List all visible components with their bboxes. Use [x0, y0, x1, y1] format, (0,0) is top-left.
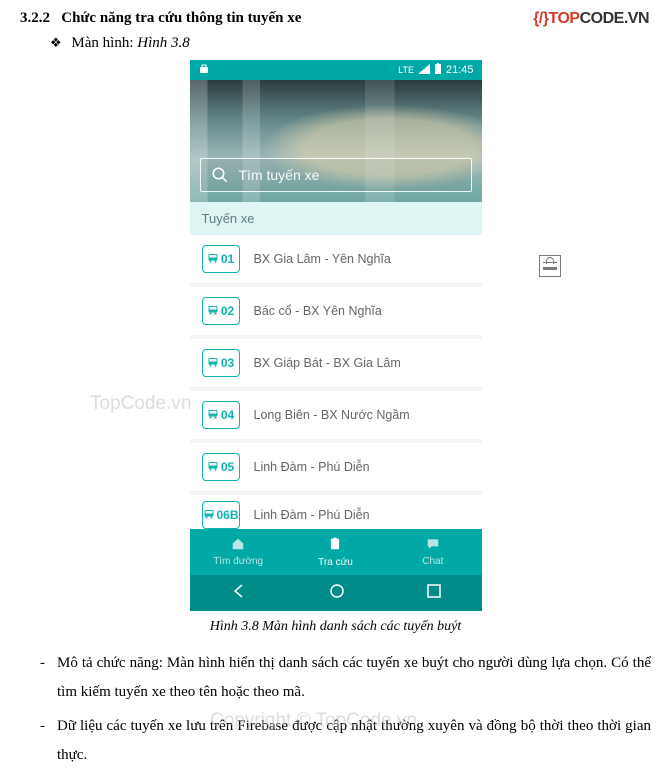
route-row[interactable]: 06B Linh Đàm - Phú Diễn: [190, 495, 482, 529]
signal-icon: [418, 64, 430, 77]
bus-icon: [207, 459, 219, 476]
bus-icon: [207, 355, 219, 372]
route-number: 05: [221, 460, 234, 474]
bus-icon: [207, 303, 219, 320]
tab-clipboard[interactable]: Tra cứu: [287, 529, 384, 575]
android-navbar: [190, 575, 482, 611]
search-placeholder: Tìm tuyến xe: [239, 167, 320, 183]
search-icon: [211, 166, 229, 184]
route-row[interactable]: 03 BX Giáp Bát - BX Gia Lâm: [190, 339, 482, 391]
route-row[interactable]: 04 Long Biên - BX Nước Ngầm: [190, 391, 482, 443]
status-lte: LTE: [398, 65, 414, 75]
app-screenshot: LTE 21:45 Tìm tuyến xe Tuyến xe 01 BX Gia…: [190, 60, 482, 611]
chat-icon: [425, 537, 441, 555]
image-placeholder-icon: [539, 255, 561, 277]
dash-bullet: -: [40, 712, 45, 769]
hero-image: Tìm tuyến xe: [190, 80, 482, 202]
route-number: 04: [221, 408, 234, 422]
status-time: 21:45: [446, 64, 474, 76]
section-title: Chức năng tra cứu thông tin tuyến xe: [61, 10, 301, 26]
status-app-icon: [198, 63, 210, 78]
route-badge: 06B: [202, 501, 240, 529]
clipboard-icon: [328, 536, 342, 556]
subline-figure: Hình 3.8: [137, 35, 190, 51]
route-number: 06B: [217, 508, 239, 522]
description-text: Dữ liệu các tuyến xe lưu trên Firebase đ…: [57, 712, 651, 769]
section-number: 3.2.2: [20, 10, 50, 26]
description-item: -Dữ liệu các tuyến xe lưu trên Firebase …: [60, 712, 651, 769]
nav-back-icon[interactable]: [231, 583, 247, 603]
home-icon: [230, 537, 246, 555]
route-number: 03: [221, 356, 234, 370]
route-row[interactable]: 02 Bác cổ - BX Yên Nghĩa: [190, 287, 482, 339]
tab-home[interactable]: Tìm đường: [190, 529, 287, 575]
dash-bullet: -: [40, 649, 45, 706]
route-name: Linh Đàm - Phú Diễn: [254, 460, 370, 474]
route-list: 01 BX Gia Lâm - Yên Nghĩa 02 Bác cổ - BX Yê…: [190, 235, 482, 529]
description-text: Mô tả chức năng: Màn hình hiển thị danh …: [57, 649, 651, 706]
description-list: -Mô tả chức năng: Màn hình hiển thị danh…: [60, 649, 651, 769]
tab-chat[interactable]: Chat: [384, 529, 481, 575]
route-number: 01: [221, 252, 234, 266]
figure-caption: Hình 3.8 Màn hình danh sách các tuyến bu…: [20, 619, 651, 635]
route-name: BX Giáp Bát - BX Gia Lâm: [254, 356, 401, 370]
bus-icon: [207, 251, 219, 268]
bottom-tabbar: Tìm đường Tra cứu Chat: [190, 529, 482, 575]
route-name: Linh Đàm - Phú Diễn: [254, 508, 370, 522]
subline: ❖ Màn hình: Hình 3.8: [50, 35, 651, 52]
tab-label: Tìm đường: [213, 556, 263, 567]
route-row[interactable]: 01 BX Gia Lâm - Yên Nghĩa: [190, 235, 482, 287]
bus-icon: [207, 407, 219, 424]
route-badge: 02: [202, 297, 240, 325]
list-section-title: Tuyến xe: [190, 202, 482, 235]
tab-label: Chat: [422, 556, 443, 567]
diamond-bullet-icon: ❖: [50, 35, 62, 50]
logo-vn: .VN: [624, 10, 649, 27]
route-name: Long Biên - BX Nước Ngầm: [254, 408, 410, 422]
logo-bracket-icon: {/}: [533, 10, 548, 27]
logo-top: TOP: [548, 10, 579, 27]
watermark-topcode: TopCode.vn: [90, 393, 191, 415]
status-bar: LTE 21:45: [190, 60, 482, 80]
tab-label: Tra cứu: [318, 557, 353, 568]
search-bar[interactable]: Tìm tuyến xe: [200, 158, 472, 192]
bus-icon: [203, 507, 215, 524]
subline-prefix: Màn hình:: [71, 35, 133, 51]
route-name: BX Gia Lâm - Yên Nghĩa: [254, 252, 391, 266]
route-row[interactable]: 05 Linh Đàm - Phú Diễn: [190, 443, 482, 495]
nav-recent-icon[interactable]: [427, 584, 441, 602]
route-badge: 03: [202, 349, 240, 377]
route-badge: 05: [202, 453, 240, 481]
route-number: 02: [221, 304, 234, 318]
logo-code: CODE: [580, 10, 624, 27]
nav-home-icon[interactable]: [329, 583, 345, 603]
route-badge: 01: [202, 245, 240, 273]
route-name: Bác cổ - BX Yên Nghĩa: [254, 304, 382, 318]
route-badge: 04: [202, 401, 240, 429]
description-item: -Mô tả chức năng: Màn hình hiển thị danh…: [60, 649, 651, 706]
battery-icon: [434, 63, 442, 78]
topcode-logo: {/}TOPCODE.VN: [533, 10, 649, 28]
